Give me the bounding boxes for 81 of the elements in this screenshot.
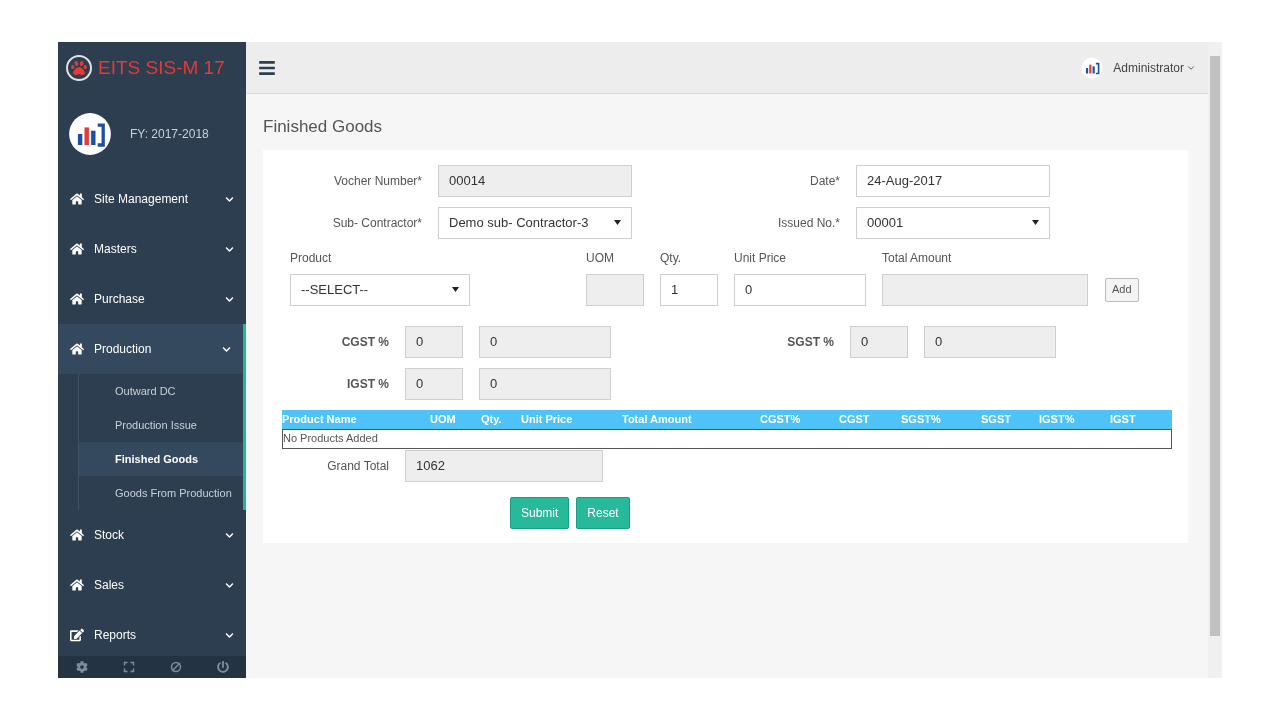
field-label: Issued No.*: [776, 214, 841, 232]
home-icon: [70, 342, 84, 356]
field-label: Sub- Contractor*: [331, 214, 423, 232]
column-header: Product Name: [282, 411, 358, 427]
edit-icon: [70, 628, 84, 642]
eye-off-icon[interactable]: [169, 661, 182, 673]
column-header: Unit Price: [521, 411, 574, 427]
home-icon: [70, 192, 84, 206]
home-icon: [70, 528, 84, 542]
app-title: EITS SIS-M 17: [98, 55, 225, 80]
settings-icon[interactable]: [75, 661, 88, 673]
tax-percent-field[interactable]: 0: [405, 367, 463, 400]
date-field[interactable]: 24-Aug-2017: [856, 164, 1050, 197]
home-icon: [70, 292, 84, 306]
sidebar-submenu-item[interactable]: Outward DC: [78, 374, 243, 408]
chevron-icon: [225, 294, 234, 304]
column-header: IGST: [1110, 411, 1137, 427]
caret-icon: [1032, 220, 1039, 225]
product-field[interactable]: 1: [660, 273, 718, 306]
chevron-icon: [225, 530, 234, 540]
tax-percent-field[interactable]: 0: [850, 325, 908, 358]
empty-table-message: No Products Added: [282, 428, 1172, 449]
sidebar-submenu-item[interactable]: Goods From Production: [78, 476, 243, 510]
product-field[interactable]: [882, 273, 1088, 306]
caret-icon: [614, 220, 621, 225]
sidebar-menu-item[interactable]: Reports: [58, 610, 246, 656]
voucher-number-field[interactable]: 00014: [438, 164, 632, 197]
home-icon: [70, 242, 84, 256]
product-field[interactable]: 0: [734, 273, 866, 306]
column-header: IGST%: [1039, 411, 1076, 427]
chevron-icon: [225, 630, 234, 640]
field-label: SGST %: [786, 333, 835, 351]
user-menu[interactable]: Administrator: [1113, 58, 1196, 77]
sub-contractor-select[interactable]: Demo sub- Contractor-3: [438, 206, 632, 239]
field-label: Vocher Number*: [332, 172, 423, 190]
tax-amount-field[interactable]: 0: [479, 367, 611, 400]
chevron-icon: [225, 580, 234, 590]
field-label: IGST %: [346, 375, 390, 393]
issued-no-select[interactable]: 00001: [856, 206, 1050, 239]
caret-icon: [452, 287, 459, 292]
sidebar-menu-item[interactable]: Production: [58, 324, 243, 374]
chevron-icon: [225, 244, 234, 254]
column-header: Total Amount: [622, 411, 693, 427]
sidebar-menu-item[interactable]: Sales: [58, 560, 246, 610]
fullscreen-icon[interactable]: [122, 661, 135, 673]
menu-icon[interactable]: [258, 58, 276, 77]
chevron-icon: [225, 194, 234, 204]
chevron-icon: [222, 344, 231, 354]
column-header: SGST: [981, 411, 1012, 427]
field-label: Unit Price: [734, 249, 787, 267]
field-label: Grand Total: [326, 457, 390, 475]
grand-total-field[interactable]: 1062: [405, 449, 603, 482]
product-field[interactable]: --SELECT--: [290, 273, 470, 306]
column-header: UOM: [430, 411, 457, 427]
sidebar-menu-item[interactable]: Site Management: [58, 174, 246, 224]
power-icon[interactable]: [216, 661, 229, 673]
field-label: Qty.: [660, 249, 683, 267]
field-label: CGST %: [340, 333, 390, 351]
tax-amount-field[interactable]: 0: [924, 325, 1056, 358]
tax-amount-field[interactable]: 0: [479, 325, 611, 358]
company-logo-icon: [68, 112, 112, 156]
sidebar-menu-item[interactable]: Masters: [58, 224, 246, 274]
column-header: SGST%: [901, 411, 942, 427]
sidebar-submenu-item[interactable]: Finished Goods: [78, 442, 243, 476]
user-avatar-icon: [1081, 56, 1104, 79]
add-button[interactable]: Add: [1105, 277, 1139, 302]
field-label: Product: [290, 249, 333, 267]
field-label: UOM: [586, 249, 615, 267]
field-label: Date*: [808, 172, 841, 190]
page-title: Finished Goods: [263, 116, 384, 138]
column-header: CGST: [839, 411, 871, 427]
product-field[interactable]: [586, 273, 644, 306]
paw-logo-icon: [66, 55, 92, 81]
home-icon: [70, 578, 84, 592]
tax-percent-field[interactable]: 0: [405, 325, 463, 358]
field-label: Total Amount: [882, 249, 953, 267]
column-header: CGST%: [760, 411, 802, 427]
fiscal-year: FY: 2017-2018: [130, 126, 209, 143]
sidebar-menu-item[interactable]: Purchase: [58, 274, 246, 324]
sidebar-menu-item[interactable]: Stock: [58, 510, 246, 560]
column-header: Qty.: [481, 411, 503, 427]
